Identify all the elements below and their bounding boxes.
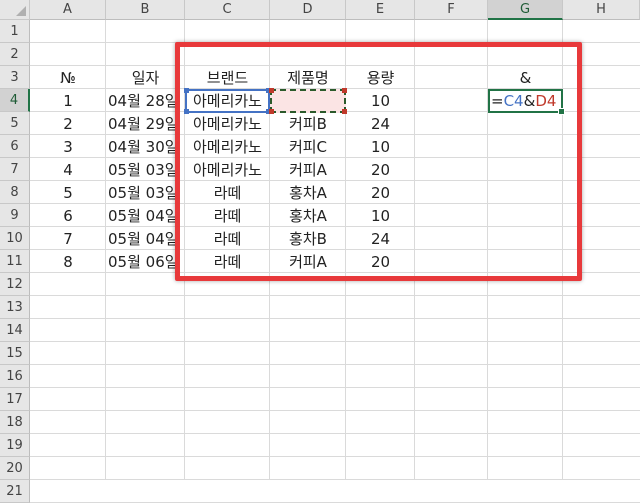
column-header-b[interactable]: B [106, 0, 185, 20]
column-header-e[interactable]: E [346, 0, 415, 20]
gridline-horizontal [30, 341, 640, 342]
cell-no[interactable]: 4 [30, 158, 106, 181]
spreadsheet-grid[interactable]: ABCDEFGH 1 2 3 4 5 6 7 8 9 10 11 12 13 14 15 16 17 18 19 20… [0, 0, 640, 503]
column-header-c[interactable]: C [185, 0, 270, 20]
cell-no[interactable]: 6 [30, 204, 106, 227]
row-header-19[interactable]: 19 [0, 434, 30, 457]
row-header-9[interactable]: 9 [0, 204, 30, 227]
cell-date[interactable]: 05월 03일 [106, 158, 183, 181]
column-header-h[interactable]: H [563, 0, 640, 20]
row-header-1[interactable]: 1 [0, 20, 30, 43]
gridline-horizontal [30, 295, 640, 296]
column-header-d[interactable]: D [270, 0, 346, 20]
row-header-7[interactable]: 7 [0, 158, 30, 181]
gridline-horizontal [30, 410, 640, 411]
gridline-horizontal [30, 433, 640, 434]
cell-date[interactable]: 05월 03일 [106, 181, 183, 204]
cell-date[interactable]: 04월 30일 [106, 135, 183, 158]
row-header-10[interactable]: 10 [0, 227, 30, 250]
cell-b3-header-date[interactable]: 일자 [106, 66, 185, 89]
cell-date[interactable]: 05월 04일 [106, 204, 183, 227]
cell-no[interactable]: 3 [30, 135, 106, 158]
row-header-11[interactable]: 11 [0, 250, 30, 273]
cell-date[interactable]: 05월 06일 [106, 250, 183, 273]
row-header-13[interactable]: 13 [0, 296, 30, 319]
select-all-corner[interactable] [0, 0, 30, 20]
row-header-21[interactable]: 21 [0, 480, 30, 503]
row-header-16[interactable]: 16 [0, 365, 30, 388]
row-header-17[interactable]: 17 [0, 388, 30, 411]
column-header-f[interactable]: F [415, 0, 488, 20]
row-header-12[interactable]: 12 [0, 273, 30, 296]
cell-no[interactable]: 1 [30, 89, 106, 112]
row-header-8[interactable]: 8 [0, 181, 30, 204]
gridline-horizontal [30, 318, 640, 319]
cell-no[interactable]: 2 [30, 112, 106, 135]
row-header-5[interactable]: 5 [0, 112, 30, 135]
cell-date[interactable]: 04월 29일 [106, 112, 183, 135]
gridline-horizontal [30, 456, 640, 457]
row-header-20[interactable]: 20 [0, 457, 30, 480]
cell-no[interactable]: 7 [30, 227, 106, 250]
row-header-6[interactable]: 6 [0, 135, 30, 158]
row-header-18[interactable]: 18 [0, 411, 30, 434]
cell-date[interactable]: 04월 28일 [106, 89, 183, 112]
gridline-horizontal [30, 387, 640, 388]
row-header-3[interactable]: 3 [0, 66, 30, 89]
column-header-g[interactable]: G [488, 0, 563, 20]
cell-no[interactable]: 5 [30, 181, 106, 204]
row-header-2[interactable]: 2 [0, 43, 30, 66]
column-header-a[interactable]: A [30, 0, 106, 20]
cell-no[interactable]: 8 [30, 250, 106, 273]
cell-date[interactable]: 05월 04일 [106, 227, 183, 250]
cell-a3-header-no[interactable]: № [30, 66, 106, 89]
annotation-highlight-box [175, 42, 582, 281]
gridline-horizontal [30, 364, 640, 365]
row-header-4[interactable]: 4 [0, 89, 30, 112]
row-header-15[interactable]: 15 [0, 342, 30, 365]
row-header-14[interactable]: 14 [0, 319, 30, 342]
